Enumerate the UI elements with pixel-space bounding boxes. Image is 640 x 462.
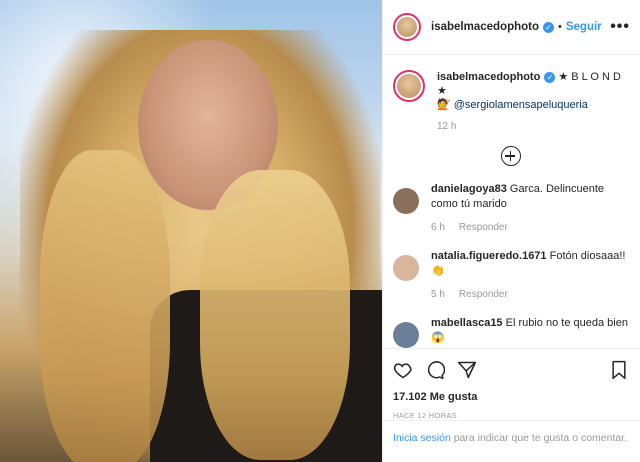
hair-strand-left [40, 150, 170, 462]
caption-avatar[interactable] [393, 70, 425, 102]
post-photo[interactable] [0, 0, 382, 462]
commenter-avatar[interactable] [393, 255, 419, 281]
verified-icon: ✓ [543, 21, 554, 33]
scissors-icon: 💇 [437, 99, 451, 111]
verified-icon: ✓ [544, 71, 556, 83]
follow-button[interactable]: Seguir [566, 21, 602, 33]
comment-item: danielagoya83 Garca. Delincuente como tú… [393, 182, 628, 235]
caption-time: 12 h [437, 121, 457, 132]
comments-list[interactable]: isabelmacedophoto ✓ ★ B L O N D ★ 💇 @serg… [383, 56, 640, 348]
login-link[interactable]: Inicia sesión [393, 432, 451, 444]
post-side-panel: isabelmacedophoto ✓ • Seguir ••• isabelm… [382, 0, 640, 462]
author-avatar[interactable] [393, 13, 421, 41]
commenter-username[interactable]: natalia.figueredo.1671 [431, 250, 547, 262]
bookmark-icon[interactable] [610, 360, 628, 380]
commenter-avatar[interactable] [393, 188, 419, 214]
author-username[interactable]: isabelmacedophoto [431, 21, 539, 33]
caption-username[interactable]: isabelmacedophoto [437, 71, 540, 83]
comment-item: mabellasca15 El rubio no te queda bien 😱 [393, 316, 628, 348]
post-header: isabelmacedophoto ✓ • Seguir ••• [383, 0, 640, 55]
post-actions: 17.102 Me gusta HACE 12 HORAS [383, 348, 640, 420]
more-options-icon[interactable]: ••• [610, 18, 630, 36]
comment-item: natalia.figueredo.1671 Fotón diosaaa!! 👏… [393, 249, 628, 302]
load-more-comments-icon[interactable] [500, 146, 521, 166]
commenter-username[interactable]: danielagoya83 [431, 183, 507, 195]
hair-strand-right [200, 170, 350, 460]
commenter-avatar[interactable] [393, 322, 419, 348]
separator-dot: • [558, 21, 562, 33]
comment-time: 5 h [431, 289, 445, 300]
caption-mention-link[interactable]: @sergiolamensapeluqueria [454, 99, 588, 111]
share-icon[interactable] [457, 360, 477, 380]
comment-time: 6 h [431, 222, 445, 233]
comment-icon[interactable] [425, 360, 445, 380]
caption: isabelmacedophoto ✓ ★ B L O N D ★ 💇 @serg… [393, 70, 628, 134]
likes-count[interactable]: 17.102 Me gusta [393, 391, 628, 403]
reply-button[interactable]: Responder [459, 222, 508, 233]
heart-icon[interactable] [393, 360, 413, 380]
reply-button[interactable]: Responder [459, 289, 508, 300]
login-prompt: Inicia sesión para indicar que te gusta … [383, 420, 640, 445]
post-timestamp: HACE 12 HORAS [393, 411, 457, 420]
login-prompt-text: para indicar que te gusta o comentar. [450, 432, 628, 444]
commenter-username[interactable]: mabellasca15 [431, 317, 503, 329]
